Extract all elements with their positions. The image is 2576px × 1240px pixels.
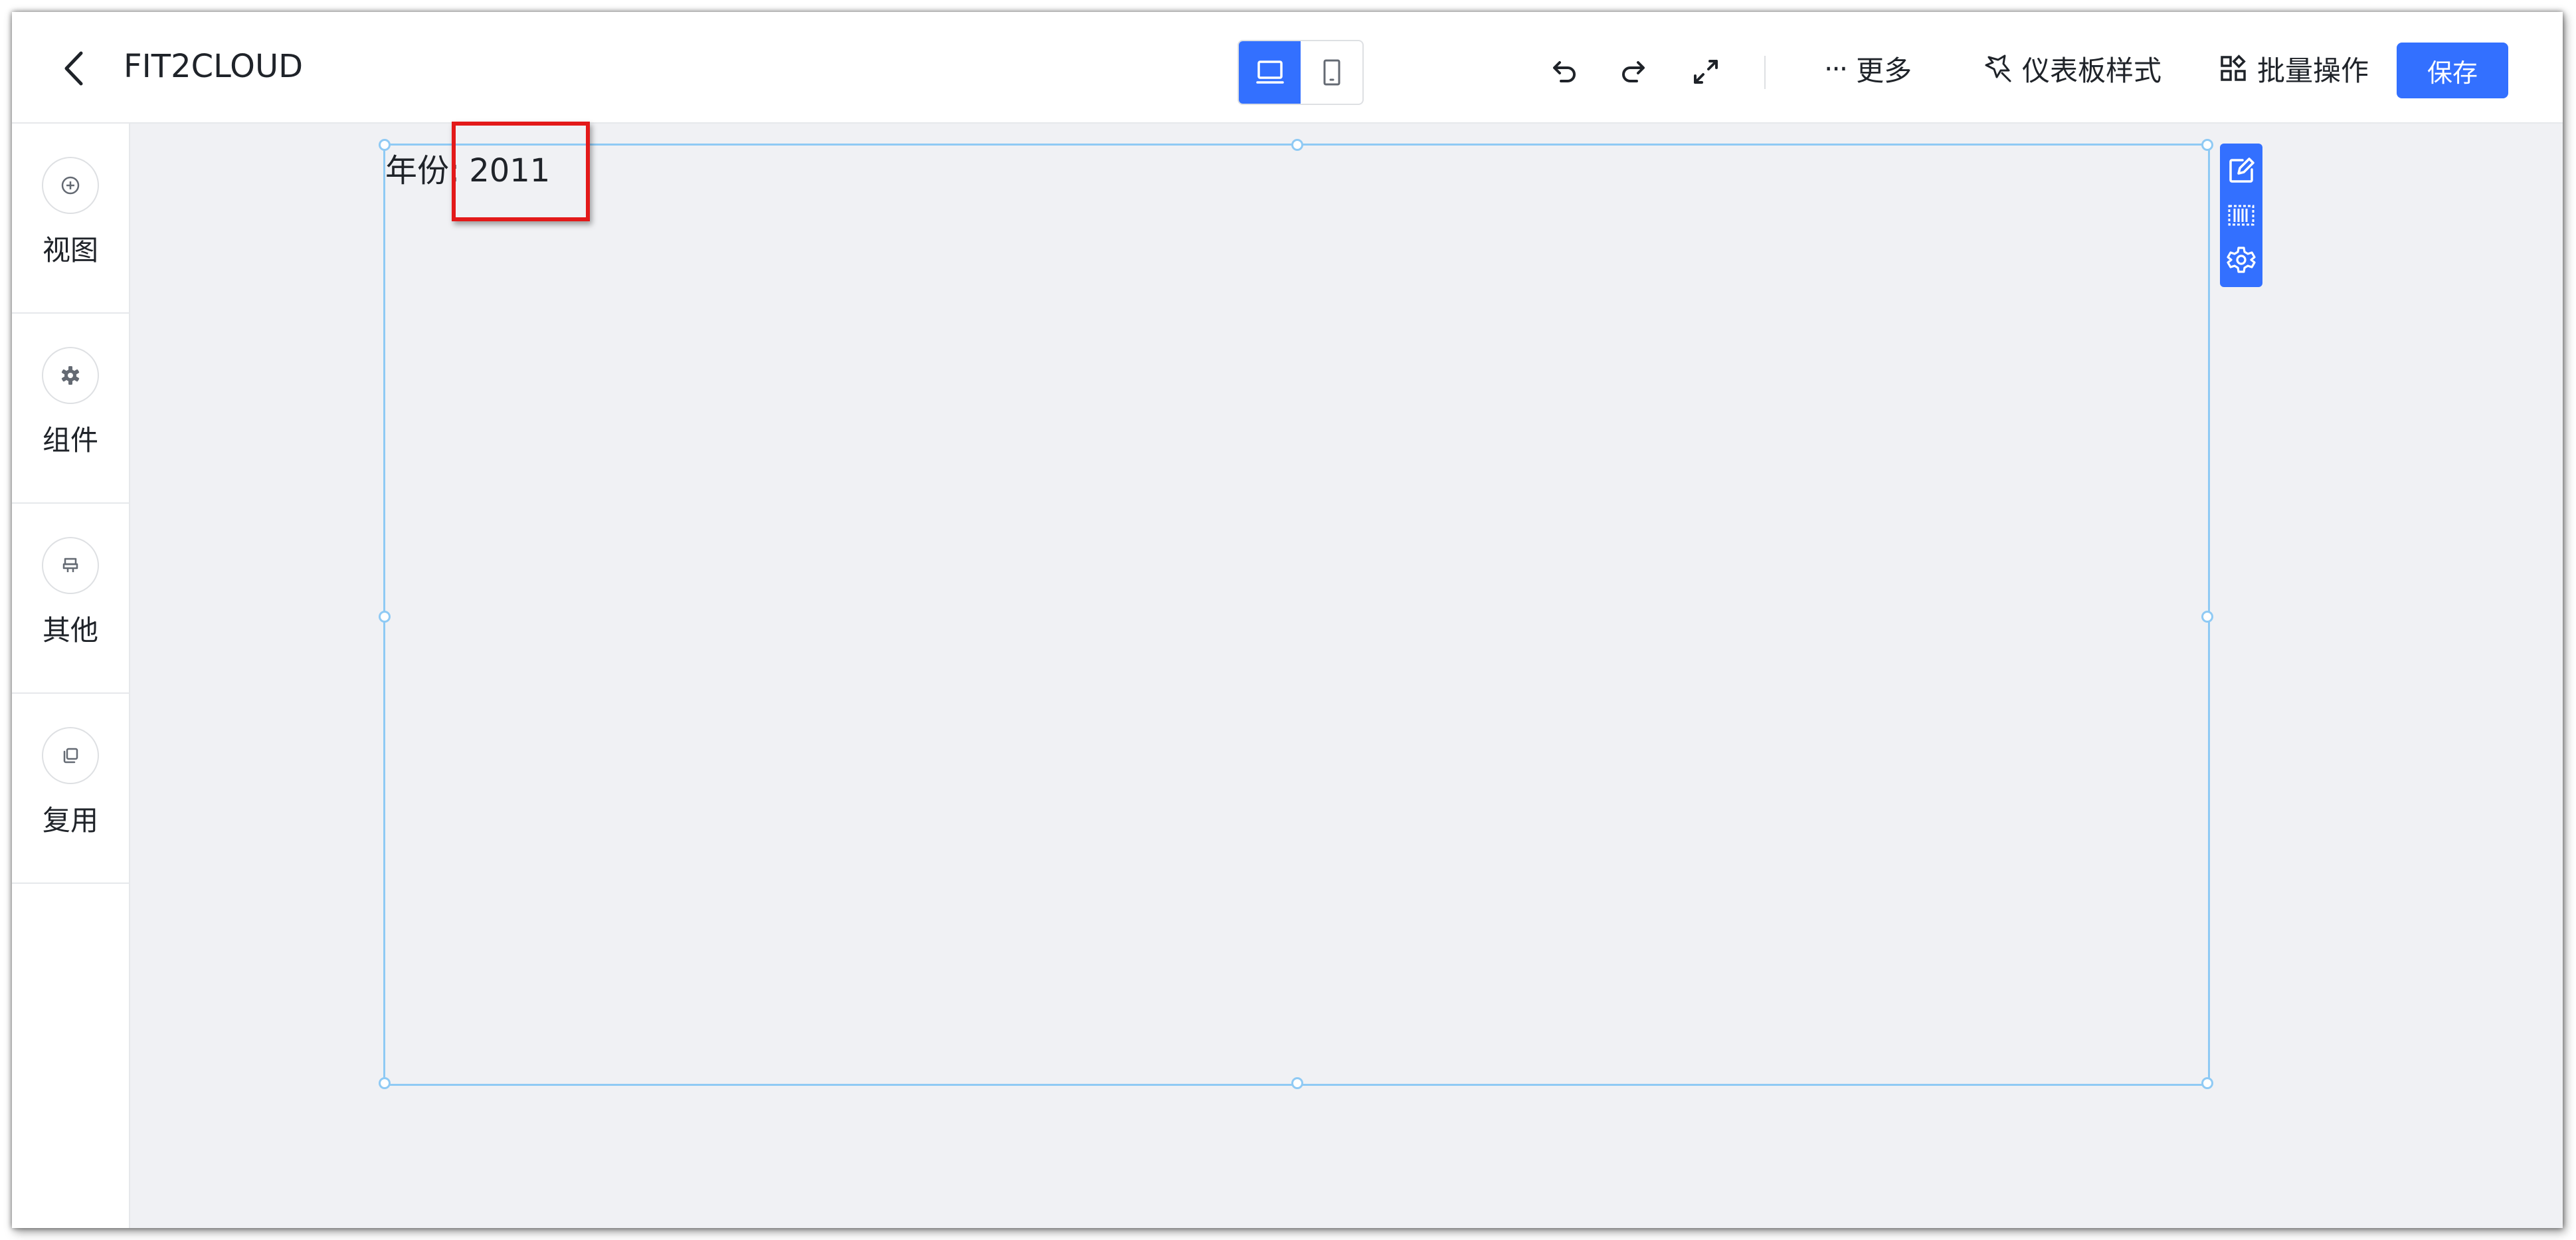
year-filter-label: 年份: (385, 152, 460, 189)
view-mode-toggle (1238, 40, 1364, 105)
sidebar-item-component[interactable]: 组件 (12, 314, 129, 504)
settings-button[interactable] (2224, 243, 2258, 277)
sidebar-item-label: 组件 (42, 424, 98, 457)
sidebar-item-view[interactable]: 视图 (12, 124, 129, 314)
redo-button[interactable] (1614, 52, 1654, 92)
year-filter-text: 年份: 2011 (385, 150, 550, 192)
toolbar-divider (1764, 56, 1766, 89)
sidebar-item-label: 其他 (42, 614, 98, 647)
desktop-view-button[interactable] (1239, 41, 1301, 104)
barcode-icon (2228, 205, 2254, 226)
magic-wand-icon (1985, 54, 2011, 82)
resize-handle-left[interactable] (379, 611, 391, 623)
year-filter-value[interactable]: 2011 (469, 152, 550, 189)
resize-handle-bottom-left[interactable] (379, 1077, 391, 1089)
save-button[interactable]: 保存 (2397, 43, 2508, 98)
stamp-icon (42, 537, 99, 594)
resize-handle-bottom-right[interactable] (2201, 1077, 2213, 1089)
mobile-icon (1323, 59, 1340, 86)
sidebar-item-label: 复用 (42, 804, 98, 837)
sidebar-item-label: 视图 (42, 234, 98, 266)
mobile-view-button[interactable] (1301, 41, 1362, 104)
dashboard-title: FIT2CLOUD (124, 48, 304, 85)
dashboard-canvas[interactable]: 年份: 2011 (130, 124, 2563, 1228)
copy-icon (42, 727, 99, 784)
fullscreen-icon (1694, 60, 1718, 84)
settings-icon (2227, 247, 2256, 273)
fullscreen-button[interactable] (1686, 52, 1726, 92)
undo-button[interactable] (1544, 52, 1584, 92)
batch-operation-button[interactable]: 批量操作 (2219, 47, 2369, 90)
redo-icon (1622, 61, 1645, 82)
more-label: 更多 (1856, 54, 1912, 87)
chevron-left-icon (64, 51, 83, 86)
dashboard-style-button[interactable]: 仪表板样式 (1982, 47, 2162, 90)
desktop-icon (1255, 60, 1284, 84)
resize-handle-top-left[interactable] (379, 139, 391, 151)
batch-operation-label: 批量操作 (2257, 54, 2369, 87)
barcode-button[interactable] (2224, 198, 2258, 233)
dashboard-style-label: 仪表板样式 (2022, 54, 2162, 87)
resize-handle-right[interactable] (2201, 611, 2213, 623)
edit-button[interactable] (2224, 154, 2258, 188)
undo-icon (1553, 61, 1576, 82)
sidebar-item-other[interactable]: 其他 (12, 504, 129, 694)
gear-icon (42, 347, 99, 404)
grid-icon (2221, 54, 2246, 81)
top-bar: FIT2CLOUD ··· 更多 仪表板样式 批量操作 保存 (12, 12, 2563, 124)
more-button[interactable]: ··· 更多 (1824, 47, 1912, 90)
plus-circle-icon (42, 157, 99, 214)
sidebar-item-reuse[interactable]: 复用 (12, 694, 129, 884)
app-window: FIT2CLOUD ··· 更多 仪表板样式 批量操作 保存 视图 组件 其他 … (12, 12, 2563, 1228)
resize-handle-bottom[interactable] (1291, 1077, 1303, 1089)
back-button[interactable] (52, 45, 98, 92)
edit-icon (2229, 157, 2254, 183)
year-filter-widget[interactable]: 年份: 2011 (379, 139, 2213, 1089)
widget-toolbar (2220, 144, 2262, 287)
resize-handle-top[interactable] (1291, 139, 1303, 151)
component-sidebar: 视图 组件 其他 复用 (12, 124, 130, 1228)
resize-handle-top-right[interactable] (2201, 139, 2213, 151)
ellipsis-icon: ··· (1824, 52, 1848, 85)
